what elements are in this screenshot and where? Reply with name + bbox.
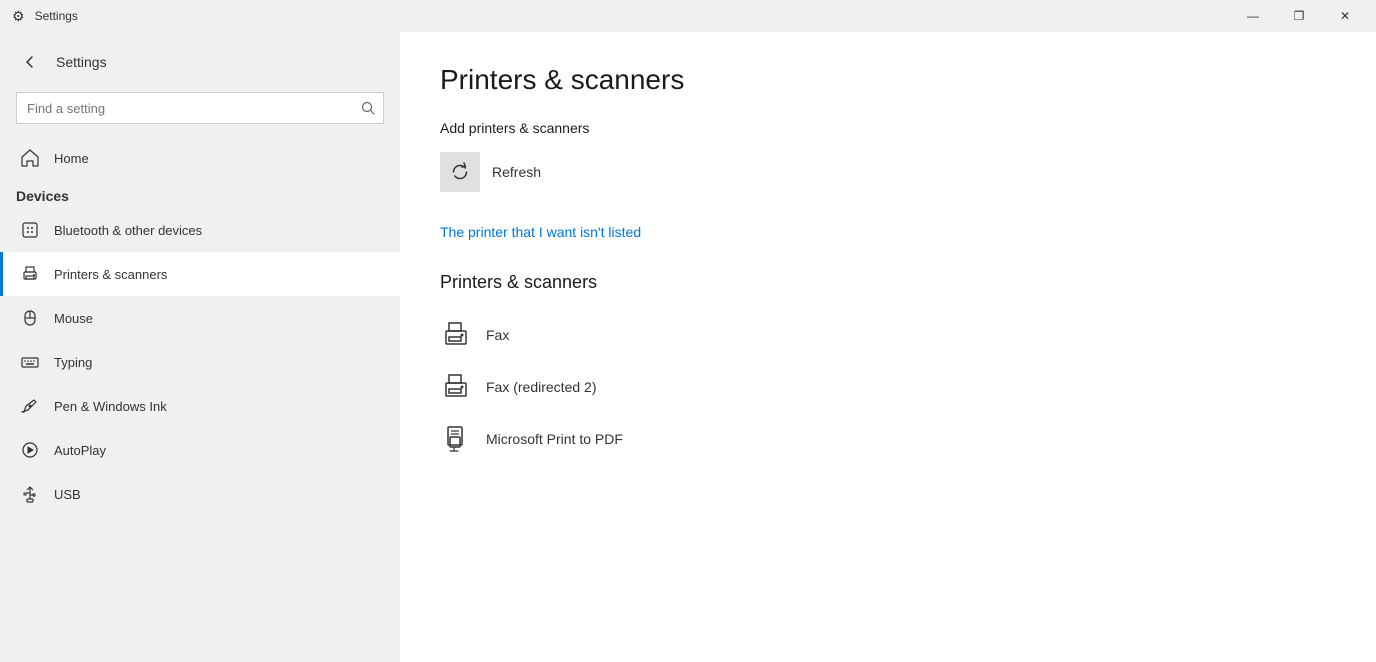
- content-area: Printers & scanners Add printers & scann…: [400, 32, 1376, 662]
- titlebar-controls: — ❐ ✕: [1230, 0, 1368, 32]
- search-box: [16, 92, 384, 124]
- printer-pdf-name: Microsoft Print to PDF: [486, 431, 623, 447]
- add-section-title: Add printers & scanners: [440, 120, 1336, 136]
- sidebar-item-typing[interactable]: Typing: [0, 340, 400, 384]
- printer-item-fax[interactable]: Fax: [440, 309, 1336, 361]
- home-icon: [20, 148, 40, 168]
- pdf-printer-icon: [440, 423, 472, 455]
- sidebar-item-usb[interactable]: USB: [0, 472, 400, 516]
- keyboard-icon: [20, 352, 40, 372]
- pen-icon: [20, 396, 40, 416]
- back-icon: [24, 56, 36, 68]
- usb-icon: [20, 484, 40, 504]
- printer-fax-redirected-name: Fax (redirected 2): [486, 379, 596, 395]
- settings-app-icon: ⚙: [12, 8, 25, 25]
- sidebar-item-pen[interactable]: Pen & Windows Ink: [0, 384, 400, 428]
- app-title: Settings: [56, 54, 107, 70]
- sidebar-home-label: Home: [54, 151, 89, 166]
- printer-fax-name: Fax: [486, 327, 509, 343]
- titlebar-left: ⚙ Settings: [12, 8, 78, 25]
- bluetooth-icon: [20, 220, 40, 240]
- restore-button[interactable]: ❐: [1276, 0, 1322, 32]
- sidebar: Settings Home Devices: [0, 32, 400, 662]
- search-icon: [361, 101, 375, 115]
- devices-section-label: Devices: [0, 180, 400, 208]
- printer-item-fax-redirected[interactable]: Fax (redirected 2): [440, 361, 1336, 413]
- minimize-button[interactable]: —: [1230, 0, 1276, 32]
- bluetooth-label: Bluetooth & other devices: [54, 223, 202, 238]
- sidebar-item-bluetooth[interactable]: Bluetooth & other devices: [0, 208, 400, 252]
- search-button[interactable]: [352, 92, 384, 124]
- mouse-icon: [20, 308, 40, 328]
- sidebar-item-autoplay[interactable]: AutoPlay: [0, 428, 400, 472]
- refresh-icon-box: [440, 152, 480, 192]
- search-input[interactable]: [16, 92, 384, 124]
- printer-item-pdf[interactable]: Microsoft Print to PDF: [440, 413, 1336, 465]
- printers-section-title: Printers & scanners: [440, 272, 1336, 293]
- app-container: Settings Home Devices: [0, 32, 1376, 662]
- sidebar-item-printers[interactable]: Printers & scanners: [0, 252, 400, 296]
- close-button[interactable]: ✕: [1322, 0, 1368, 32]
- titlebar: ⚙ Settings — ❐ ✕: [0, 0, 1376, 32]
- typing-label: Typing: [54, 355, 92, 370]
- printer-nav-icon: [20, 264, 40, 284]
- mouse-label: Mouse: [54, 311, 93, 326]
- printers-label: Printers & scanners: [54, 267, 167, 282]
- usb-label: USB: [54, 487, 81, 502]
- refresh-label: Refresh: [492, 164, 541, 180]
- sidebar-item-mouse[interactable]: Mouse: [0, 296, 400, 340]
- sidebar-top: Settings: [0, 32, 400, 84]
- back-button[interactable]: [16, 48, 44, 76]
- sidebar-item-home[interactable]: Home: [0, 136, 400, 180]
- autoplay-icon: [20, 440, 40, 460]
- fax-icon: [440, 319, 472, 351]
- refresh-icon: [450, 162, 470, 182]
- fax-redirected-icon: [440, 371, 472, 403]
- page-title: Printers & scanners: [440, 64, 1336, 96]
- pen-label: Pen & Windows Ink: [54, 399, 167, 414]
- printer-not-listed-link[interactable]: The printer that I want isn't listed: [440, 224, 1336, 240]
- autoplay-label: AutoPlay: [54, 443, 106, 458]
- titlebar-title: Settings: [35, 9, 78, 23]
- refresh-button[interactable]: Refresh: [440, 152, 541, 192]
